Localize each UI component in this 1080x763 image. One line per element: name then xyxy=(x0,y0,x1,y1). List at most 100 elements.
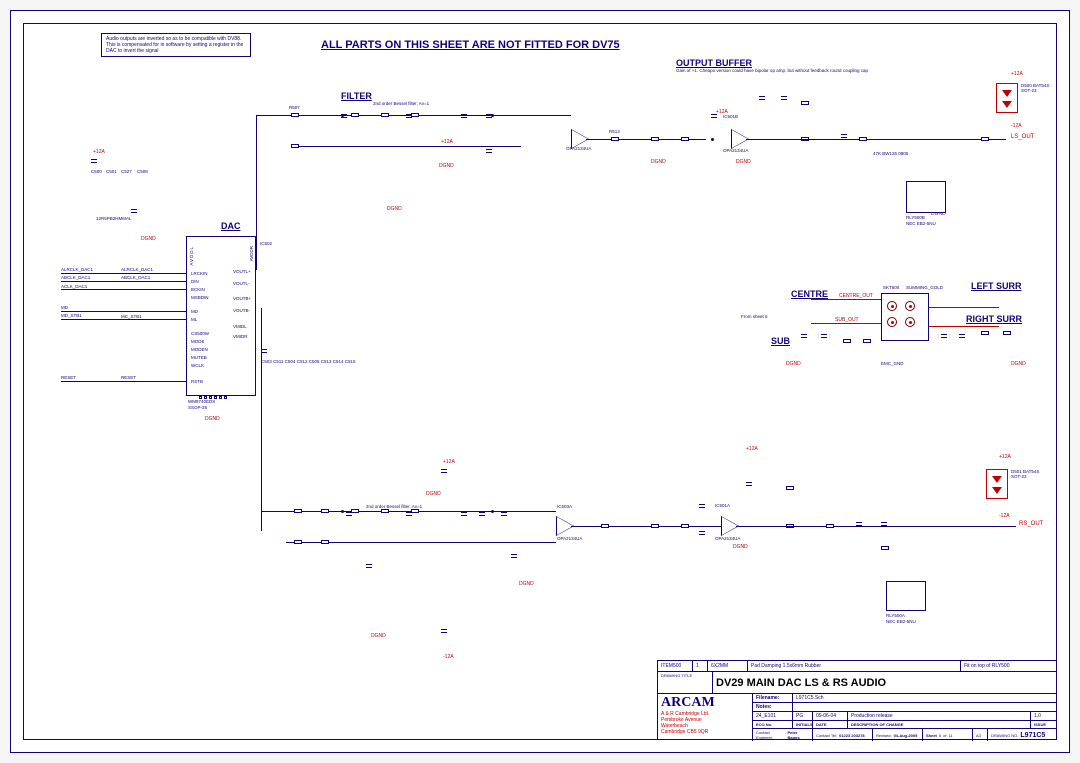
r535 xyxy=(843,339,851,343)
d500-label: D500 BAT54S SOT-23 xyxy=(1021,83,1051,93)
dgnd-1: DGND xyxy=(141,236,156,242)
dac-pin-voutln: VOUTL- xyxy=(233,281,250,286)
c524 xyxy=(366,561,372,571)
dwg-l: DRAWING NO. xyxy=(991,733,1018,738)
sh-l: Sheet xyxy=(926,733,937,738)
r540 xyxy=(863,339,871,343)
notes-label: Notes: xyxy=(756,704,772,710)
dac-pin-rstb: RSTB xyxy=(191,379,203,384)
dac-pin-wclk: WCLK xyxy=(191,363,204,368)
dac-part: WM8740EDS xyxy=(188,399,215,404)
relay-upper xyxy=(906,181,946,213)
cap-dac-row-refs: C503 C511 C504 C512 C505 C513 C514 C515 xyxy=(261,359,355,364)
r519 xyxy=(801,101,809,105)
dac-pin-vmidr: VMIDR xyxy=(233,334,248,339)
tb-loc: Fit on top of RLY500 xyxy=(961,661,1056,671)
c528 xyxy=(479,509,485,519)
diode-d500 xyxy=(996,83,1018,113)
r520b xyxy=(826,524,834,528)
output-buffer-label: OUTPUT BUFFER xyxy=(676,58,752,68)
sig-alrclk: ALRCLK_DAC1 xyxy=(61,267,93,272)
ct-l: Contact Tel: xyxy=(816,733,837,738)
dgnd-10: DGND xyxy=(519,581,534,587)
skt500-part: SUMMING_GOLD xyxy=(906,285,943,290)
r506 xyxy=(321,540,329,544)
d501-label: D501 BAT54S SOT-23 xyxy=(1011,469,1041,479)
dac-ic-ref: IC502 xyxy=(260,241,272,246)
dgnd-13: DGND xyxy=(426,491,441,497)
sig-alrclk-r: ALRCLK_DAC1 xyxy=(121,267,153,272)
r508 xyxy=(291,144,299,148)
net-lsurr xyxy=(929,307,999,308)
c523 xyxy=(406,509,412,519)
sh-c: 5 xyxy=(939,733,941,738)
dac-pin-mode2: MODEN xyxy=(191,347,208,352)
net-sub-out xyxy=(811,323,881,324)
dac-bottom-pins xyxy=(199,396,227,399)
dgnd-12: DGND xyxy=(1011,361,1026,367)
eco-by: PG xyxy=(793,712,813,720)
wire-dac-to-lower-l xyxy=(261,308,262,512)
dac-pin-lrckin: LRCKIN xyxy=(191,271,208,276)
emc-gnd: EMC_GND xyxy=(881,361,904,366)
sig-reset-r: RESET xyxy=(121,375,136,380)
dac-pkg: SSOP-28 xyxy=(188,405,207,410)
dgnd-2: DGND xyxy=(439,163,454,169)
tb-desc: Pad Damping 1.5x6mm Rubber xyxy=(748,661,961,671)
sig-aclk: ACLK_DAC1 xyxy=(61,284,87,289)
dot-3 xyxy=(711,138,714,141)
p12a-1: +12A xyxy=(93,149,105,155)
relay-u-ref: RLY500B xyxy=(906,215,925,220)
r511 xyxy=(411,509,419,513)
sig-mdstb: MD_STB1 xyxy=(61,313,82,318)
relay-l-part: NEC EB2-5NU xyxy=(886,619,916,624)
r524 xyxy=(981,137,989,141)
c530 xyxy=(461,111,467,121)
tb-qty: 1 xyxy=(693,661,708,671)
net-md xyxy=(61,311,186,312)
sh-t: 11 xyxy=(948,733,952,738)
cap-c501-ref: C501 xyxy=(106,169,117,174)
ce: Peter Baggs xyxy=(788,730,810,740)
schematic-sheet: Audio outputs are inverted so as to be c… xyxy=(10,10,1070,753)
cap-c557b xyxy=(441,626,447,636)
cap-c510 xyxy=(131,206,137,216)
r516 xyxy=(681,524,689,528)
c520b xyxy=(461,509,467,519)
net-alrclk xyxy=(61,273,186,274)
arcam-logo: ARCAM xyxy=(661,695,715,711)
r522 xyxy=(881,546,889,550)
wire-low-j1 xyxy=(261,511,262,531)
dgnd-3: DGND xyxy=(651,159,666,165)
dot-1 xyxy=(341,114,344,117)
fn: L971C5.Sch xyxy=(796,695,824,701)
net-abclk xyxy=(61,281,186,282)
dac-pin-vmidl: VMIDL xyxy=(233,324,247,329)
filter-note-upper: 2nd order Bessel filter, Av=1 xyxy=(373,101,429,106)
opamp-bu-ref: IC501B xyxy=(723,114,738,119)
dac-vert-b: AVDDR xyxy=(249,246,254,261)
p12a-2: +12A xyxy=(441,139,453,145)
n12a-3: -12A xyxy=(999,513,1010,519)
tb-dt-label: DRAWING TITLE xyxy=(661,673,692,678)
net-centre-out xyxy=(811,299,881,300)
cap-c508 xyxy=(91,156,97,166)
ce-l: Contact Engineer: xyxy=(756,730,786,740)
r542 xyxy=(381,113,389,117)
c534 xyxy=(746,479,752,489)
dgnd-11: DGND xyxy=(786,361,801,367)
filter-label: FILTER xyxy=(341,91,372,101)
sh-of: of xyxy=(943,733,946,738)
r513-ref: R513 xyxy=(609,129,620,134)
r515 xyxy=(601,524,609,528)
opamp-bu-part: OPA2134UA xyxy=(723,148,748,153)
sub-label: SUB xyxy=(771,336,790,346)
c519 xyxy=(486,146,492,156)
dwg-no: L971C5 xyxy=(1020,732,1045,739)
dac-label: DAC xyxy=(221,221,241,231)
c555 xyxy=(821,331,827,341)
sig-reset: RESET xyxy=(61,375,76,380)
rev-l: Revised: xyxy=(876,733,892,738)
c517 xyxy=(941,331,947,341)
wire-lower-out xyxy=(736,526,1016,527)
